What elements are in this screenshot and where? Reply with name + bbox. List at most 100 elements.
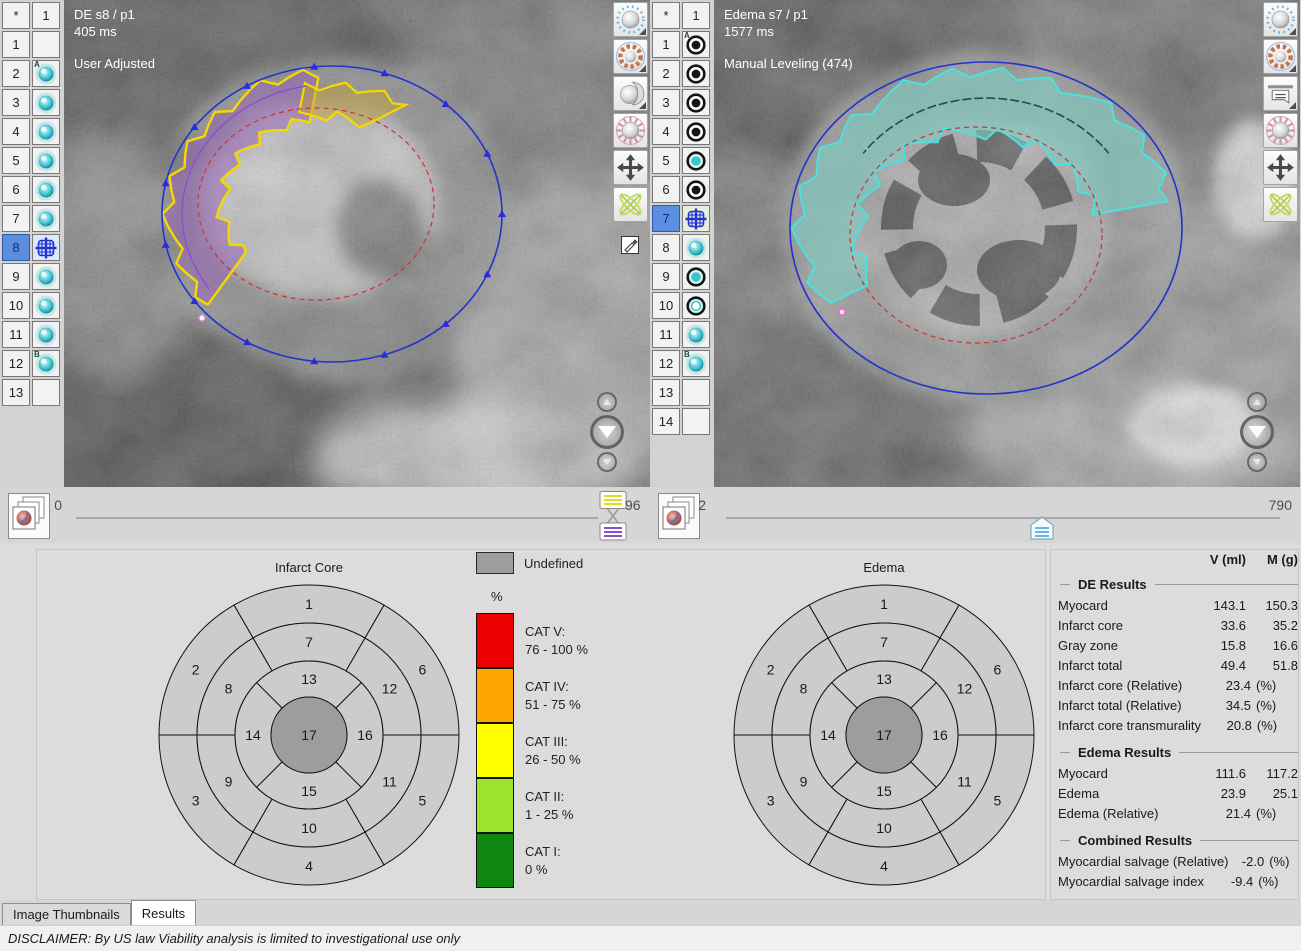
slice-number-cell[interactable]: 12 — [2, 350, 30, 377]
slice-number-cell[interactable]: 5 — [652, 147, 680, 174]
slice-sphere-icon-cell[interactable] — [32, 118, 60, 145]
slice-number-cell[interactable]: 6 — [2, 176, 30, 203]
result-volume-value: -9.4 — [1204, 874, 1253, 889]
result-label: Myocardial salvage index — [1058, 874, 1204, 889]
results-row: Myocardial salvage index-9.4(%) — [1058, 871, 1298, 891]
tab-image-thumbnails[interactable]: Image Thumbnails — [2, 903, 131, 925]
slice-empty-icon-cell[interactable] — [32, 379, 60, 406]
results-row: Infarct core (Relative)23.4(%) — [1058, 675, 1298, 695]
category-label: CAT I:0 % — [525, 843, 561, 879]
slice-number-cell[interactable]: 10 — [652, 292, 680, 319]
slice-ring-dark-icon-cell[interactable]: A — [682, 31, 710, 58]
slice-number-cell[interactable]: 7 — [652, 205, 680, 232]
slice-sphere-icon-cell[interactable] — [32, 263, 60, 290]
edema-image-viewport[interactable]: Edema s7 / p1 1577 ms Manual Leveling (4… — [714, 0, 1300, 487]
slice-row: 2A — [2, 60, 64, 87]
sphere-dashed-button[interactable] — [1263, 39, 1298, 74]
slice-grid-icon-cell[interactable] — [682, 205, 710, 232]
slice-number-cell[interactable]: 1 — [652, 31, 680, 58]
svg-text:2: 2 — [192, 662, 200, 678]
sphere-dotted-button[interactable] — [613, 2, 648, 37]
slice-row: 5 — [652, 147, 714, 174]
slice-up-button[interactable] — [1247, 392, 1267, 412]
legend-category-row: CAT III:26 - 50 % — [476, 723, 690, 778]
slice-number-cell[interactable]: 8 — [652, 234, 680, 261]
slice-sphere-icon-cell[interactable]: B — [32, 350, 60, 377]
legend-categories: CAT V:76 - 100 %CAT IV:51 - 75 %CAT III:… — [476, 613, 690, 888]
phase-column-header[interactable]: 1 — [682, 2, 710, 29]
svg-text:10: 10 — [876, 820, 892, 836]
de-slider-max: 96 — [625, 497, 641, 513]
sphere-dashed-button[interactable] — [613, 39, 648, 74]
pan-arrows-button[interactable] — [613, 150, 648, 185]
slice-sphere-icon-cell[interactable]: A — [32, 60, 60, 87]
slice-ring-dark-icon-cell[interactable] — [682, 89, 710, 116]
slice-down-large-button[interactable] — [590, 415, 624, 449]
slice-ring-dark-icon-cell[interactable] — [682, 176, 710, 203]
slice-number-cell[interactable]: 3 — [2, 89, 30, 116]
manual-leveling-button[interactable] — [1263, 76, 1298, 111]
de-slider-track[interactable] — [76, 517, 598, 519]
slice-row: 1 — [2, 31, 64, 58]
slice-number-cell[interactable]: 2 — [2, 60, 30, 87]
slice-number-cell[interactable]: 13 — [2, 379, 30, 406]
slice-up-button[interactable] — [597, 392, 617, 412]
slice-number-cell[interactable]: 12 — [652, 350, 680, 377]
slice-down-large-button[interactable] — [1240, 415, 1274, 449]
slice-down-button[interactable] — [597, 452, 617, 472]
pan-arrows-button[interactable] — [1263, 150, 1298, 185]
slice-sphere-icon-cell[interactable] — [32, 176, 60, 203]
slice-sphere-icon-cell[interactable] — [32, 321, 60, 348]
slice-number-cell[interactable]: 7 — [2, 205, 30, 232]
mesh-cross-button[interactable] — [613, 187, 648, 222]
sphere-crescent-button[interactable] — [613, 76, 648, 111]
result-mass-value: 35.2 — [1246, 618, 1298, 633]
slice-number-cell[interactable]: 11 — [2, 321, 30, 348]
slice-ring-dark-icon-cell[interactable] — [682, 118, 710, 145]
slice-number-cell[interactable]: 14 — [652, 408, 680, 435]
slice-number-cell[interactable]: 4 — [652, 118, 680, 145]
slice-number-cell[interactable]: 5 — [2, 147, 30, 174]
edema-slider-marker[interactable] — [1028, 515, 1056, 546]
sphere-radial-button[interactable] — [613, 113, 648, 148]
slice-column-header-star[interactable]: * — [2, 2, 30, 29]
slice-sphere-icon-cell[interactable]: B — [682, 350, 710, 377]
phase-column-header[interactable]: 1 — [32, 2, 60, 29]
slice-number-cell[interactable]: 6 — [652, 176, 680, 203]
slice-empty-icon-cell[interactable] — [32, 31, 60, 58]
slice-sphere-icon-cell[interactable] — [682, 234, 710, 261]
slice-number-cell[interactable]: 10 — [2, 292, 30, 319]
slice-column-header-star[interactable]: * — [652, 2, 680, 29]
result-label: Gray zone — [1058, 638, 1194, 653]
slice-grid-icon-cell[interactable] — [32, 234, 60, 261]
slice-down-button[interactable] — [1247, 452, 1267, 472]
slice-sphere-icon-cell[interactable] — [32, 89, 60, 116]
slice-number-cell[interactable]: 3 — [652, 89, 680, 116]
slice-number-cell[interactable]: 4 — [2, 118, 30, 145]
sphere-dotted-button[interactable] — [1263, 2, 1298, 37]
slice-sphere-icon-cell[interactable] — [32, 205, 60, 232]
slice-number-cell[interactable]: 2 — [652, 60, 680, 87]
tab-results[interactable]: Results — [131, 900, 196, 925]
slice-sphere-icon-cell[interactable] — [32, 147, 60, 174]
slice-sphere-icon-cell[interactable] — [32, 292, 60, 319]
mesh-cross-button[interactable] — [1263, 187, 1298, 222]
slice-ring-dark-icon-cell[interactable] — [682, 60, 710, 87]
slice-ring-teal-icon-cell[interactable] — [682, 147, 710, 174]
slice-empty-icon-cell[interactable] — [682, 408, 710, 435]
de-image-viewport[interactable]: DE s8 / p1 405 ms User Adjusted — [64, 0, 650, 487]
slice-number-cell[interactable]: 8 — [2, 234, 30, 261]
slice-empty-icon-cell[interactable] — [682, 379, 710, 406]
slice-number-cell[interactable]: 9 — [2, 263, 30, 290]
edema-slider-track[interactable] — [726, 517, 1280, 519]
results-row: Infarct total (Relative)34.5(%) — [1058, 695, 1298, 715]
slice-number-cell[interactable]: 9 — [652, 263, 680, 290]
category-label: CAT II:1 - 25 % — [525, 788, 573, 824]
slice-ring-teal-hollow-icon-cell[interactable] — [682, 292, 710, 319]
slice-number-cell[interactable]: 11 — [652, 321, 680, 348]
slice-ring-teal-icon-cell[interactable] — [682, 263, 710, 290]
slice-number-cell[interactable]: 13 — [652, 379, 680, 406]
sphere-radial-button[interactable] — [1263, 113, 1298, 148]
slice-number-cell[interactable]: 1 — [2, 31, 30, 58]
slice-sphere-icon-cell[interactable] — [682, 321, 710, 348]
